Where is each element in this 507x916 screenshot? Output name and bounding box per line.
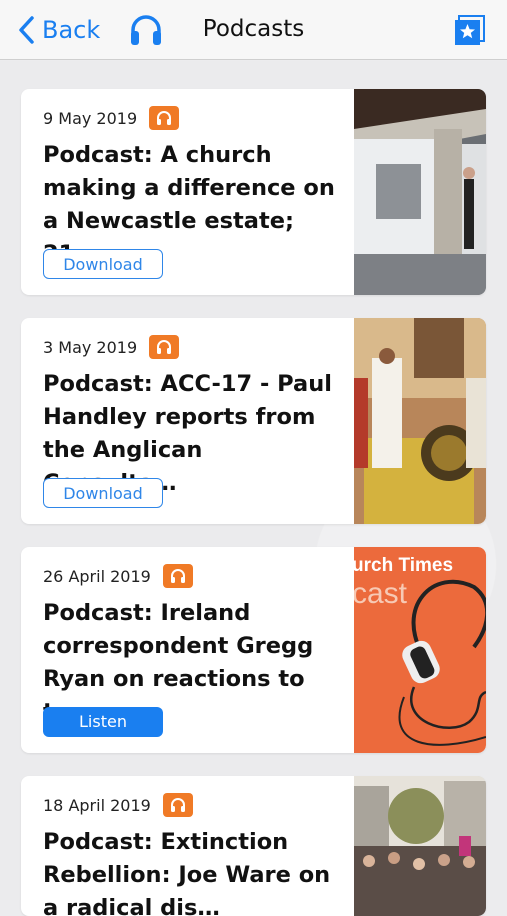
podcast-date: 18 April 2019 xyxy=(43,795,151,815)
download-button[interactable]: Download xyxy=(43,249,163,279)
back-button[interactable]: Back xyxy=(18,14,100,46)
star-bookmark-icon[interactable] xyxy=(454,14,486,46)
podcast-thumbnail xyxy=(354,89,486,295)
podcast-card[interactable]: 9 May 2019 Podcast: A church making a di… xyxy=(21,89,486,295)
download-button[interactable]: Download xyxy=(43,478,163,508)
podcast-date: 3 May 2019 xyxy=(43,337,138,357)
podcast-thumbnail xyxy=(354,776,486,916)
podcast-date: 9 May 2019 xyxy=(43,108,138,128)
headphones-badge-icon xyxy=(162,793,193,817)
navigation-bar: Back Podcasts xyxy=(0,0,507,60)
thumb-subtitle-text: cast xyxy=(354,577,408,610)
podcast-title: Podcast: Extinction Rebellion: Joe Ware … xyxy=(43,829,331,916)
podcast-date: 26 April 2019 xyxy=(43,566,151,586)
podcast-card[interactable]: 18 April 2019 Podcast: Extinction Rebell… xyxy=(21,776,486,916)
listen-button[interactable]: Listen xyxy=(43,707,163,737)
podcast-date-row: 3 May 2019 xyxy=(43,335,180,359)
chevron-left-icon xyxy=(19,16,34,44)
podcast-card[interactable]: 26 April 2019 Podcast: Ireland correspon… xyxy=(21,547,486,753)
podcast-thumbnail xyxy=(354,318,486,524)
podcast-thumbnail: urch Times cast xyxy=(354,547,486,753)
back-label: Back xyxy=(42,16,101,44)
headphones-badge-icon xyxy=(149,106,180,130)
podcast-date-row: 18 April 2019 xyxy=(43,793,193,817)
headphones-badge-icon xyxy=(149,335,180,359)
podcast-date-row: 26 April 2019 xyxy=(43,564,193,588)
headphones-badge-icon xyxy=(162,564,193,588)
headphones-icon[interactable] xyxy=(128,12,164,48)
podcast-date-row: 9 May 2019 xyxy=(43,106,180,130)
thumb-brand-text: urch Times xyxy=(354,555,453,576)
podcast-card[interactable]: 3 May 2019 Podcast: ACC-17 - Paul Handle… xyxy=(21,318,486,524)
